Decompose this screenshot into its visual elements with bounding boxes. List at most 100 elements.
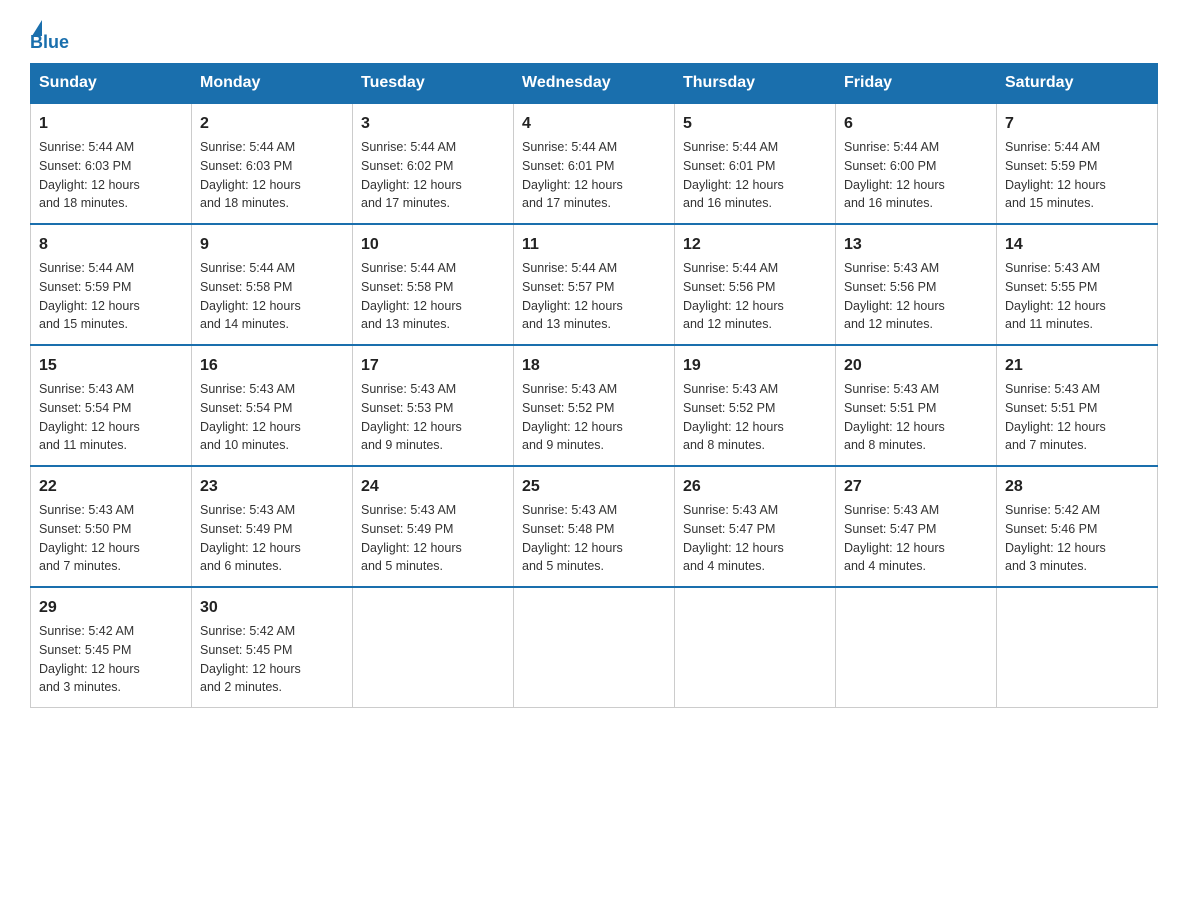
- calendar-cell: 24Sunrise: 5:43 AMSunset: 5:49 PMDayligh…: [353, 466, 514, 587]
- calendar-week-row: 8Sunrise: 5:44 AMSunset: 5:59 PMDaylight…: [31, 224, 1158, 345]
- day-info: Sunrise: 5:43 AMSunset: 5:55 PMDaylight:…: [1005, 259, 1149, 334]
- calendar-cell: 29Sunrise: 5:42 AMSunset: 5:45 PMDayligh…: [31, 587, 192, 708]
- calendar-cell: 23Sunrise: 5:43 AMSunset: 5:49 PMDayligh…: [192, 466, 353, 587]
- day-info: Sunrise: 5:42 AMSunset: 5:45 PMDaylight:…: [200, 622, 344, 697]
- weekday-header-thursday: Thursday: [675, 64, 836, 104]
- weekday-header-wednesday: Wednesday: [514, 64, 675, 104]
- calendar-cell: 8Sunrise: 5:44 AMSunset: 5:59 PMDaylight…: [31, 224, 192, 345]
- calendar-cell: 28Sunrise: 5:42 AMSunset: 5:46 PMDayligh…: [997, 466, 1158, 587]
- day-info: Sunrise: 5:42 AMSunset: 5:46 PMDaylight:…: [1005, 501, 1149, 576]
- day-number: 13: [844, 233, 988, 257]
- day-number: 12: [683, 233, 827, 257]
- day-number: 11: [522, 233, 666, 257]
- calendar-cell: 26Sunrise: 5:43 AMSunset: 5:47 PMDayligh…: [675, 466, 836, 587]
- weekday-header-friday: Friday: [836, 64, 997, 104]
- logo: Blue: [30, 20, 69, 53]
- day-info: Sunrise: 5:42 AMSunset: 5:45 PMDaylight:…: [39, 622, 183, 697]
- day-number: 9: [200, 233, 344, 257]
- day-info: Sunrise: 5:44 AMSunset: 6:03 PMDaylight:…: [200, 138, 344, 213]
- day-number: 24: [361, 475, 505, 499]
- calendar-cell: 15Sunrise: 5:43 AMSunset: 5:54 PMDayligh…: [31, 345, 192, 466]
- day-number: 25: [522, 475, 666, 499]
- calendar-cell: 27Sunrise: 5:43 AMSunset: 5:47 PMDayligh…: [836, 466, 997, 587]
- day-number: 6: [844, 112, 988, 136]
- day-info: Sunrise: 5:44 AMSunset: 6:00 PMDaylight:…: [844, 138, 988, 213]
- calendar-cell: 7Sunrise: 5:44 AMSunset: 5:59 PMDaylight…: [997, 103, 1158, 224]
- day-info: Sunrise: 5:43 AMSunset: 5:49 PMDaylight:…: [361, 501, 505, 576]
- calendar-cell: 4Sunrise: 5:44 AMSunset: 6:01 PMDaylight…: [514, 103, 675, 224]
- calendar-cell: 18Sunrise: 5:43 AMSunset: 5:52 PMDayligh…: [514, 345, 675, 466]
- calendar-cell: 1Sunrise: 5:44 AMSunset: 6:03 PMDaylight…: [31, 103, 192, 224]
- day-number: 14: [1005, 233, 1149, 257]
- day-number: 27: [844, 475, 988, 499]
- calendar-cell: 30Sunrise: 5:42 AMSunset: 5:45 PMDayligh…: [192, 587, 353, 708]
- day-number: 7: [1005, 112, 1149, 136]
- day-info: Sunrise: 5:43 AMSunset: 5:49 PMDaylight:…: [200, 501, 344, 576]
- day-number: 8: [39, 233, 183, 257]
- day-number: 1: [39, 112, 183, 136]
- day-info: Sunrise: 5:44 AMSunset: 5:59 PMDaylight:…: [39, 259, 183, 334]
- day-number: 30: [200, 596, 344, 620]
- calendar-cell: [353, 587, 514, 708]
- calendar-cell: 22Sunrise: 5:43 AMSunset: 5:50 PMDayligh…: [31, 466, 192, 587]
- calendar-cell: 14Sunrise: 5:43 AMSunset: 5:55 PMDayligh…: [997, 224, 1158, 345]
- day-number: 29: [39, 596, 183, 620]
- calendar-cell: [997, 587, 1158, 708]
- day-info: Sunrise: 5:44 AMSunset: 5:58 PMDaylight:…: [361, 259, 505, 334]
- day-info: Sunrise: 5:43 AMSunset: 5:54 PMDaylight:…: [200, 380, 344, 455]
- logo-subtitle: Blue: [30, 32, 69, 53]
- day-number: 28: [1005, 475, 1149, 499]
- calendar-cell: 5Sunrise: 5:44 AMSunset: 6:01 PMDaylight…: [675, 103, 836, 224]
- calendar-cell: 12Sunrise: 5:44 AMSunset: 5:56 PMDayligh…: [675, 224, 836, 345]
- calendar-week-row: 15Sunrise: 5:43 AMSunset: 5:54 PMDayligh…: [31, 345, 1158, 466]
- day-number: 18: [522, 354, 666, 378]
- day-number: 10: [361, 233, 505, 257]
- day-number: 2: [200, 112, 344, 136]
- weekday-header-row: SundayMondayTuesdayWednesdayThursdayFrid…: [31, 64, 1158, 104]
- calendar-cell: 13Sunrise: 5:43 AMSunset: 5:56 PMDayligh…: [836, 224, 997, 345]
- day-info: Sunrise: 5:43 AMSunset: 5:51 PMDaylight:…: [844, 380, 988, 455]
- calendar-week-row: 29Sunrise: 5:42 AMSunset: 5:45 PMDayligh…: [31, 587, 1158, 708]
- calendar-cell: 3Sunrise: 5:44 AMSunset: 6:02 PMDaylight…: [353, 103, 514, 224]
- calendar-cell: [836, 587, 997, 708]
- day-number: 22: [39, 475, 183, 499]
- calendar-cell: 21Sunrise: 5:43 AMSunset: 5:51 PMDayligh…: [997, 345, 1158, 466]
- calendar-cell: 19Sunrise: 5:43 AMSunset: 5:52 PMDayligh…: [675, 345, 836, 466]
- day-info: Sunrise: 5:43 AMSunset: 5:56 PMDaylight:…: [844, 259, 988, 334]
- day-number: 21: [1005, 354, 1149, 378]
- calendar-week-row: 1Sunrise: 5:44 AMSunset: 6:03 PMDaylight…: [31, 103, 1158, 224]
- day-info: Sunrise: 5:44 AMSunset: 5:59 PMDaylight:…: [1005, 138, 1149, 213]
- day-info: Sunrise: 5:43 AMSunset: 5:52 PMDaylight:…: [683, 380, 827, 455]
- weekday-header-monday: Monday: [192, 64, 353, 104]
- day-info: Sunrise: 5:44 AMSunset: 5:57 PMDaylight:…: [522, 259, 666, 334]
- page-header: Blue: [30, 20, 1158, 53]
- day-number: 15: [39, 354, 183, 378]
- calendar-cell: 16Sunrise: 5:43 AMSunset: 5:54 PMDayligh…: [192, 345, 353, 466]
- calendar-cell: 20Sunrise: 5:43 AMSunset: 5:51 PMDayligh…: [836, 345, 997, 466]
- day-info: Sunrise: 5:44 AMSunset: 5:56 PMDaylight:…: [683, 259, 827, 334]
- calendar-cell: 11Sunrise: 5:44 AMSunset: 5:57 PMDayligh…: [514, 224, 675, 345]
- weekday-header-tuesday: Tuesday: [353, 64, 514, 104]
- day-number: 26: [683, 475, 827, 499]
- calendar-cell: 10Sunrise: 5:44 AMSunset: 5:58 PMDayligh…: [353, 224, 514, 345]
- calendar-cell: 25Sunrise: 5:43 AMSunset: 5:48 PMDayligh…: [514, 466, 675, 587]
- weekday-header-saturday: Saturday: [997, 64, 1158, 104]
- day-number: 4: [522, 112, 666, 136]
- weekday-header-sunday: Sunday: [31, 64, 192, 104]
- day-info: Sunrise: 5:43 AMSunset: 5:47 PMDaylight:…: [844, 501, 988, 576]
- calendar-week-row: 22Sunrise: 5:43 AMSunset: 5:50 PMDayligh…: [31, 466, 1158, 587]
- day-info: Sunrise: 5:44 AMSunset: 6:02 PMDaylight:…: [361, 138, 505, 213]
- calendar-cell: 2Sunrise: 5:44 AMSunset: 6:03 PMDaylight…: [192, 103, 353, 224]
- day-info: Sunrise: 5:44 AMSunset: 5:58 PMDaylight:…: [200, 259, 344, 334]
- day-number: 5: [683, 112, 827, 136]
- day-info: Sunrise: 5:44 AMSunset: 6:01 PMDaylight:…: [522, 138, 666, 213]
- day-info: Sunrise: 5:43 AMSunset: 5:50 PMDaylight:…: [39, 501, 183, 576]
- day-info: Sunrise: 5:44 AMSunset: 6:01 PMDaylight:…: [683, 138, 827, 213]
- day-number: 20: [844, 354, 988, 378]
- calendar-table: SundayMondayTuesdayWednesdayThursdayFrid…: [30, 63, 1158, 708]
- calendar-cell: 6Sunrise: 5:44 AMSunset: 6:00 PMDaylight…: [836, 103, 997, 224]
- day-info: Sunrise: 5:43 AMSunset: 5:54 PMDaylight:…: [39, 380, 183, 455]
- day-info: Sunrise: 5:43 AMSunset: 5:48 PMDaylight:…: [522, 501, 666, 576]
- day-info: Sunrise: 5:43 AMSunset: 5:53 PMDaylight:…: [361, 380, 505, 455]
- day-info: Sunrise: 5:44 AMSunset: 6:03 PMDaylight:…: [39, 138, 183, 213]
